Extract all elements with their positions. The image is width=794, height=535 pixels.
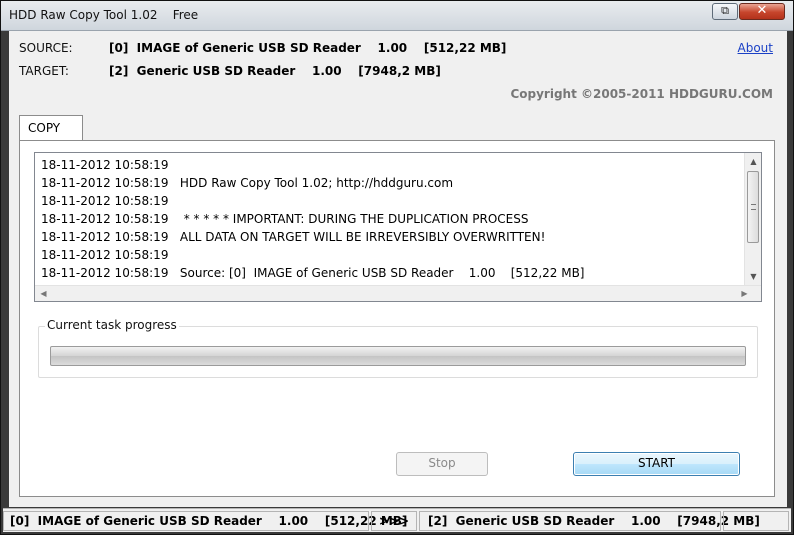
- tab-copy-label: COPY: [28, 121, 61, 135]
- log-lines: 18-11-2012 10:58:19 18-11-2012 10:58:19 …: [41, 156, 741, 282]
- source-label: SOURCE:: [19, 41, 73, 55]
- task-progress-bar: [50, 346, 746, 366]
- log-vertical-scrollbar[interactable]: ▲ ▼: [744, 153, 761, 285]
- progress-group-title: Current task progress: [45, 318, 179, 332]
- status-target: [2] Generic USB SD Reader 1.00 [7948,2 M…: [419, 511, 760, 531]
- restore-icon: ⧉: [721, 4, 729, 17]
- source-value: [0] IMAGE of Generic USB SD Reader 1.00 …: [109, 41, 507, 55]
- status-source: [0] IMAGE of Generic USB SD Reader 1.00 …: [3, 511, 407, 531]
- log-line: 18-11-2012 10:58:19 ALL DATA ON TARGET W…: [41, 230, 546, 244]
- log-listbox[interactable]: 18-11-2012 10:58:19 18-11-2012 10:58:19 …: [34, 152, 762, 302]
- close-button[interactable]: ✕: [739, 3, 785, 20]
- scroll-down-icon[interactable]: ▼: [745, 268, 762, 285]
- tab-copy[interactable]: COPY: [19, 115, 83, 141]
- main-panel: SOURCE: [0] IMAGE of Generic USB SD Read…: [9, 31, 787, 507]
- log-line: 18-11-2012 10:58:19: [41, 158, 169, 172]
- grip-icon: [751, 204, 756, 210]
- log-line: 18-11-2012 10:58:19 HDD Raw Copy Tool 1.…: [41, 176, 454, 190]
- title-bar[interactable]: HDD Raw Copy Tool 1.02 Free ⧉ ✕: [1, 1, 793, 31]
- window-title: HDD Raw Copy Tool 1.02 Free: [9, 8, 199, 22]
- status-empty-cell: [723, 511, 789, 531]
- target-value: [2] Generic USB SD Reader 1.00 [7948,2 M…: [109, 64, 441, 78]
- start-button[interactable]: START: [573, 452, 740, 476]
- scroll-thumb[interactable]: [747, 171, 759, 243]
- log-line: 18-11-2012 10:58:19: [41, 248, 169, 262]
- log-line: 18-11-2012 10:58:19: [41, 194, 169, 208]
- app-window: HDD Raw Copy Tool 1.02 Free ⧉ ✕ SOURCE: …: [0, 0, 794, 535]
- scroll-up-icon[interactable]: ▲: [745, 153, 762, 170]
- scroll-right-icon[interactable]: ▶: [736, 286, 753, 302]
- stop-button[interactable]: Stop: [396, 452, 488, 476]
- log-horizontal-scrollbar[interactable]: ◀ ▶: [35, 285, 761, 301]
- progress-group: Current task progress: [38, 318, 758, 378]
- status-arrow: >>>: [371, 511, 417, 531]
- status-bar: [0] IMAGE of Generic USB SD Reader 1.00 …: [3, 508, 791, 532]
- log-line: 18-11-2012 10:58:19 Source: [0] IMAGE of…: [41, 266, 585, 280]
- copy-tab-panel: 18-11-2012 10:58:19 18-11-2012 10:58:19 …: [19, 140, 775, 497]
- scroll-left-icon[interactable]: ◀: [35, 286, 52, 302]
- log-line: 18-11-2012 10:58:19 * * * * * IMPORTANT:…: [41, 212, 529, 226]
- restore-button[interactable]: ⧉: [712, 3, 738, 20]
- close-icon: ✕: [756, 3, 768, 18]
- about-link[interactable]: About: [738, 41, 773, 55]
- target-label: TARGET:: [19, 64, 69, 78]
- copyright-text: Copyright ©2005-2011 HDDGURU.COM: [510, 87, 773, 101]
